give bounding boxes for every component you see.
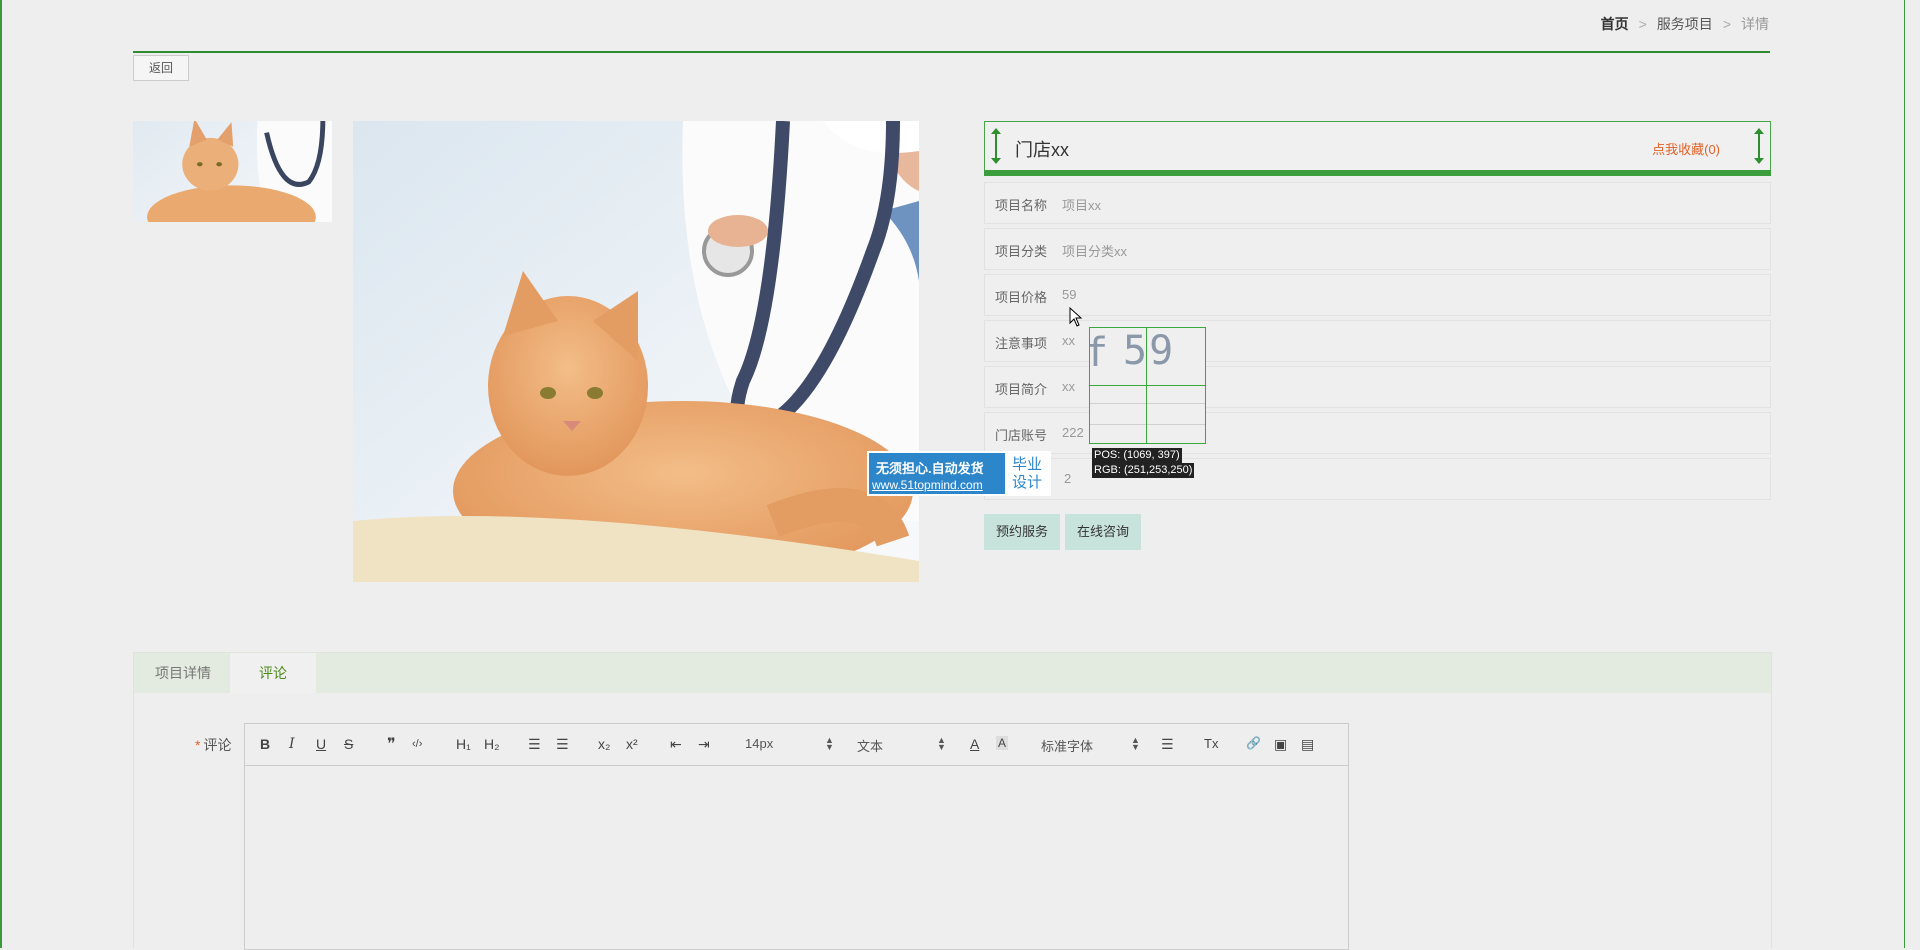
font-color-icon[interactable]: A — [970, 736, 979, 752]
bracket-right-icon — [1754, 128, 1764, 164]
thumbnail-image[interactable] — [133, 121, 332, 222]
detail-row-name: 项目名称 项目xx — [984, 182, 1771, 224]
back-button[interactable]: 返回 — [133, 55, 189, 81]
ordered-list-icon[interactable]: ☰ — [528, 736, 541, 753]
header-divider — [133, 51, 1770, 53]
favorite-link[interactable]: 点我收藏(0) — [1652, 139, 1720, 158]
detail-row-category: 项目分类 项目分类xx — [984, 228, 1771, 270]
subscript-button[interactable]: x₂ — [598, 736, 610, 752]
underline-button[interactable]: U — [316, 736, 326, 752]
quote-button[interactable]: ❞ — [387, 734, 396, 754]
store-title-bar: 门店xx 点我收藏(0) — [984, 121, 1771, 176]
tab-comments[interactable]: 评论 — [230, 653, 316, 693]
heading2-button[interactable]: H₂ — [484, 736, 500, 752]
video-icon[interactable]: ▤ — [1301, 736, 1314, 753]
store-name: 门店xx — [1015, 140, 1069, 160]
strikethrough-button[interactable]: S — [344, 736, 353, 752]
right-edge-line — [1904, 0, 1905, 948]
align-icon[interactable]: ☰ — [1161, 736, 1174, 753]
cursor-info: POS: (1069, 397) RGB: (251,253,250) — [1092, 448, 1195, 478]
tab-details[interactable]: 项目详情 — [134, 653, 232, 693]
heading1-button[interactable]: H₁ — [456, 736, 471, 752]
bracket-left-icon — [991, 128, 1001, 164]
watermark-label: 毕业 设计 — [1005, 453, 1049, 494]
comment-label: * 评论 — [195, 737, 232, 753]
editor-toolbar: B I U S ❞ ‹/› H₁ H₂ ☰ ☰ x₂ x² ⇤ ⇥ 14px ▲ ▼… — [245, 724, 1348, 766]
breadcrumb-section[interactable]: 服务项目 — [1657, 16, 1713, 32]
code-button[interactable]: ‹/› — [412, 738, 422, 750]
link-icon[interactable]: 🔗 — [1246, 736, 1261, 750]
watermark-badge: 无须担心.自动发货 www.51topmind.com 毕业 设计 — [867, 451, 1051, 496]
breadcrumb-home[interactable]: 首页 — [1601, 16, 1629, 32]
italic-button[interactable]: I — [289, 736, 295, 752]
title-underline — [984, 170, 1771, 176]
breadcrumb: 首页 > 服务项目 > 详情 — [1600, 16, 1769, 32]
editor-content-area[interactable] — [245, 766, 1348, 949]
image-icon[interactable]: ▣ — [1274, 736, 1287, 753]
left-edge-line — [0, 0, 2, 948]
color-picker-magnifier: f 59 — [1089, 327, 1206, 444]
tab-bar: 项目详情 评论 — [133, 652, 1772, 694]
indent-icon[interactable]: ⇥ — [698, 736, 710, 753]
mouse-pointer-icon — [1069, 307, 1083, 327]
bold-button[interactable]: B — [260, 736, 270, 752]
font-family-select[interactable]: 标准字体 ▲ ▼ — [1041, 736, 1140, 755]
clear-format-icon[interactable]: Tx — [1204, 736, 1218, 751]
breadcrumb-current: 详情 — [1741, 16, 1769, 32]
paragraph-select[interactable]: 文本 ▲ ▼ — [857, 736, 946, 755]
main-product-image — [353, 121, 919, 582]
superscript-button[interactable]: x² — [626, 736, 638, 752]
comment-editor: B I U S ❞ ‹/› H₁ H₂ ☰ ☰ x₂ x² ⇤ ⇥ 14px ▲ ▼… — [244, 723, 1349, 950]
detail-row-price: 项目价格 59 — [984, 274, 1771, 316]
unordered-list-icon[interactable]: ☰ — [556, 736, 569, 753]
outdent-icon[interactable]: ⇤ — [670, 736, 682, 753]
online-consult-button[interactable]: 在线咨询 — [1065, 514, 1141, 550]
background-color-icon[interactable]: A — [996, 736, 1009, 750]
book-service-button[interactable]: 预约服务 — [984, 514, 1060, 550]
font-size-select[interactable]: 14px ▲ ▼ — [745, 736, 834, 752]
